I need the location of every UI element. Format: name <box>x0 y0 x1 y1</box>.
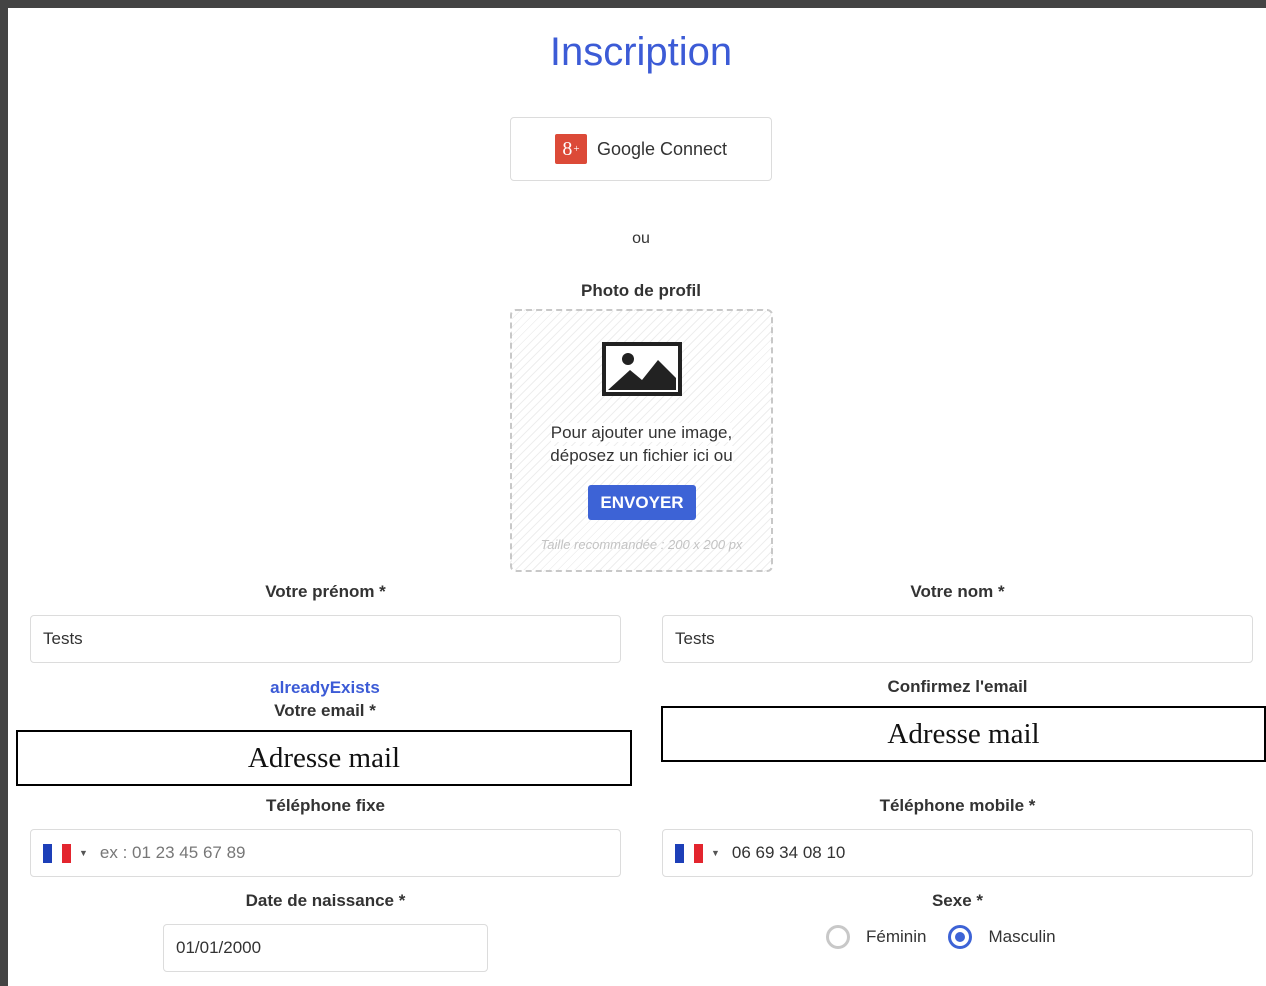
sexe-radio-group: Féminin Masculin <box>826 925 1078 949</box>
photo-dropzone[interactable]: Pour ajouter une image, déposez un fichi… <box>510 309 773 572</box>
nom-label: Votre nom * <box>910 582 1005 601</box>
france-flag-icon[interactable] <box>675 843 703 863</box>
confirm-email-field[interactable]: Adresse mail <box>661 706 1266 762</box>
tel-fixe-placeholder[interactable]: ex : 01 23 45 67 89 <box>100 843 246 863</box>
france-flag-icon[interactable] <box>43 843 71 863</box>
email-field[interactable]: Adresse mail <box>16 730 632 786</box>
sexe-label: Sexe * <box>931 891 984 910</box>
confirm-email-label: Confirmez l'email <box>887 677 1028 696</box>
image-icon <box>602 342 682 396</box>
upload-button[interactable]: ENVOYER <box>588 485 696 520</box>
nom-input[interactable] <box>662 615 1253 663</box>
page-title: Inscription <box>549 30 733 74</box>
caret-down-icon[interactable]: ▼ <box>711 848 720 858</box>
window-frame-top <box>0 0 1266 8</box>
tel-fixe-label: Téléphone fixe <box>265 796 386 815</box>
prenom-label: Votre prénom * <box>265 582 386 601</box>
radio-masculin[interactable] <box>948 925 973 949</box>
google-connect-label: Google Connect <box>596 138 728 159</box>
radio-feminin-label[interactable]: Féminin <box>866 927 926 947</box>
size-hint: Taille recommandée : 200 x 200 px <box>540 537 743 552</box>
birthdate-input[interactable] <box>163 924 488 972</box>
tel-fixe-field[interactable]: ▼ ex : 01 23 45 67 89 <box>30 829 621 877</box>
dropzone-text-line1: Pour ajouter une image, <box>550 423 733 442</box>
google-connect-button[interactable]: 8 + Google Connect <box>510 117 772 181</box>
dropzone-text-line2: déposez un fichier ici ou <box>550 446 733 465</box>
radio-masculin-label[interactable]: Masculin <box>988 927 1055 947</box>
google-plus-icon: 8 + <box>554 134 587 164</box>
separator-text: ou <box>632 230 650 247</box>
tel-mobile-label: Téléphone mobile * <box>879 796 1036 815</box>
birthdate-label: Date de naissance * <box>245 891 406 910</box>
radio-feminin[interactable] <box>826 925 850 949</box>
tel-mobile-value[interactable]: 06 69 34 08 10 <box>732 843 845 863</box>
photo-label: Photo de profil <box>581 281 701 300</box>
tel-mobile-field[interactable]: ▼ 06 69 34 08 10 <box>662 829 1253 877</box>
caret-down-icon[interactable]: ▼ <box>79 848 88 858</box>
email-error-message: alreadyExists <box>270 678 380 697</box>
window-frame-left <box>0 0 8 986</box>
email-label: Votre email * <box>274 701 376 720</box>
prenom-input[interactable] <box>30 615 621 663</box>
